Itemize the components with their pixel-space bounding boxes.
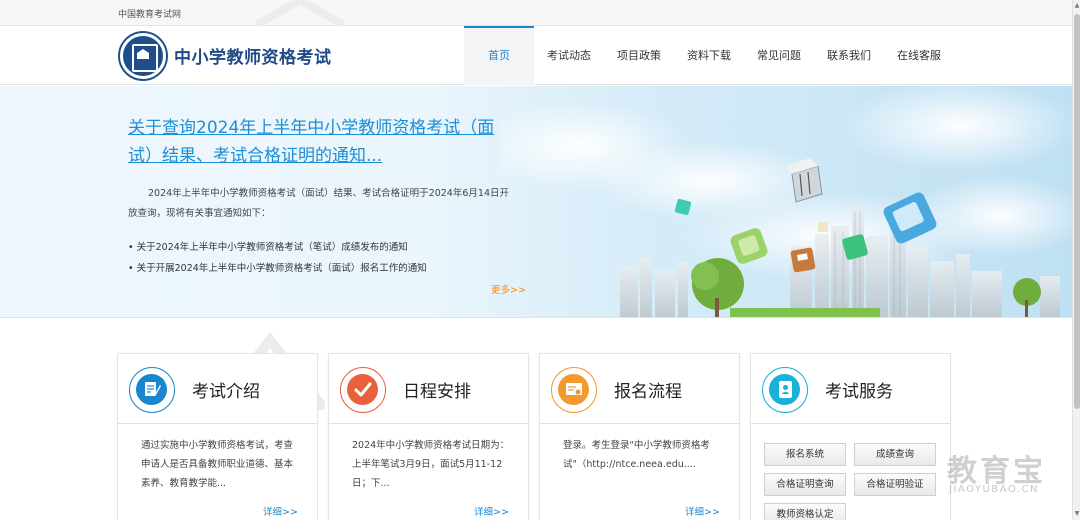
site-name[interactable]: 中国教育考试网 [118,7,181,20]
card-title[interactable]: 日程安排 [403,377,471,402]
header: 中小学教师资格考试 首页 考试动态 项目政策 资料下载 常见问题 联系我们 在线… [0,26,1072,85]
nav-home[interactable]: 首页 [464,26,534,85]
headline-summary: 2024年上半年中小学教师资格考试（面试）结果、考试合格证明于2024年6月14… [128,188,509,219]
scroll-thumb[interactable] [1074,14,1080,409]
watermark-url: JIAOYUBAO.CN [949,484,1039,495]
card-title[interactable]: 报名流程 [614,377,682,402]
card-title[interactable]: 考试介绍 [192,377,260,402]
card-description: 2024年中小学教师资格考试日期为：上半年笔试3月9日，面试5月11-12日；下… [352,440,510,489]
scroll-down-arrow-icon[interactable]: ▼ [1074,510,1080,518]
checkmark-icon [340,367,386,413]
card-exam-intro: 考试介绍 通过实施中小学教师资格考试，考查申请人是否具备教师职业道德、基本素养、… [117,353,318,520]
nav-online-service[interactable]: 在线客服 [884,26,954,85]
card-detail-link[interactable]: 详细>> [685,504,720,518]
certificate-query-button[interactable]: 合格证明查询 [764,473,846,496]
certificate-verify-button[interactable]: 合格证明验证 [854,473,936,496]
logo-icon[interactable] [120,33,166,79]
scroll-up-arrow-icon[interactable]: ▲ [1074,2,1080,10]
card-description: 通过实施中小学教师资格考试，考查申请人是否具备教师职业道德、基本素养、教育教学能… [141,440,294,489]
nav-downloads[interactable]: 资料下载 [674,26,744,85]
nav-contact[interactable]: 联系我们 [814,26,884,85]
nav-exam-news[interactable]: 考试动态 [534,26,604,85]
banner-illustration [500,86,1072,317]
nav-faq[interactable]: 常见问题 [744,26,814,85]
teacher-certification-button[interactable]: 教师资格认定 [764,503,846,520]
top-bar: 中国教育考试网 [0,0,1072,26]
news-banner: 关于查询2024年上半年中小学教师资格考试（面试）结果、考试合格证明的通知...… [0,86,1072,318]
score-query-button[interactable]: 成绩查询 [854,443,936,466]
brand-title[interactable]: 中小学教师资格考试 [174,43,332,68]
headline-link[interactable]: 关于查询2024年上半年中小学教师资格考试（面试）结果、考试合格证明的通知... [128,114,518,170]
news-item[interactable]: 关于开展2024年上半年中小学教师资格考试（面试）报名工作的通知 [128,258,427,279]
contact-book-icon [762,367,808,413]
registration-system-button[interactable]: 报名系统 [764,443,846,466]
certificate-icon [551,367,597,413]
vertical-scrollbar[interactable]: ▲ ▼ [1072,0,1080,520]
news-item[interactable]: 关于2024年上半年中小学教师资格考试（笔试）成绩发布的通知 [128,237,427,258]
card-schedule: 日程安排 2024年中小学教师资格考试日期为：上半年笔试3月9日，面试5月11-… [328,353,529,520]
card-description: 登录。考生登录"中小学教师资格考试"（http://ntce.neea.edu.… [563,440,710,470]
card-detail-link[interactable]: 详细>> [263,504,298,518]
document-edit-icon [129,367,175,413]
watermark-logo: 教育宝 JIAOYUBAO.CN [947,446,1062,500]
card-detail-link[interactable]: 详细>> [474,504,509,518]
main-nav: 首页 考试动态 项目政策 资料下载 常见问题 联系我们 在线客服 [464,26,954,85]
card-title[interactable]: 考试服务 [825,377,893,402]
card-exam-services: 考试服务 报名系统 成绩查询 合格证明查询 合格证明验证 教师资格认定 [750,353,951,520]
more-news-link[interactable]: 更多>> [491,282,526,296]
card-registration-process: 报名流程 登录。考生登录"中小学教师资格考试"（http://ntce.neea… [539,353,740,520]
news-list: 关于2024年上半年中小学教师资格考试（笔试）成绩发布的通知 关于开展2024年… [128,237,427,279]
nav-policies[interactable]: 项目政策 [604,26,674,85]
